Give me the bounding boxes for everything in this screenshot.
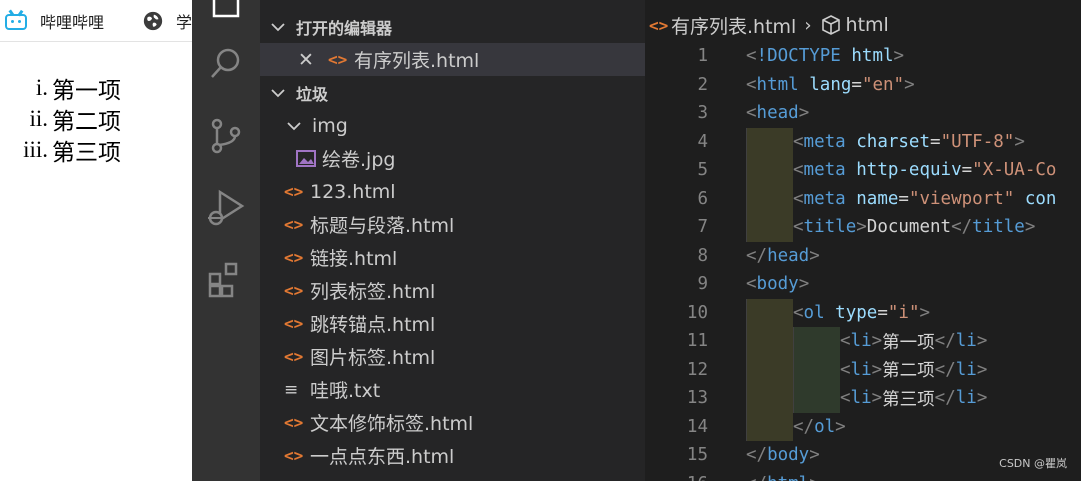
breadcrumb-symbol[interactable]: html — [846, 14, 889, 36]
file-item[interactable]: ≡ 哇哦.txt — [260, 373, 645, 406]
bookmark-bilibili[interactable]: 哔哩哔哩 — [4, 8, 104, 34]
html-file-icon: <> — [284, 446, 304, 465]
explorer-icon[interactable] — [206, 0, 246, 22]
html-file-icon: <> — [328, 50, 348, 69]
code-area[interactable]: 1 < !DOCTYPE html > 2 < html lang = "en" > 3 <… — [645, 42, 1081, 481]
explorer-sidebar: 打开的编辑器 ✕ <> 有序列表.html 垃圾 img 绘卷.jpg <> 12… — [260, 0, 645, 481]
breadcrumb-file[interactable]: 有序列表.html — [671, 12, 796, 39]
globe-icon — [143, 11, 163, 31]
file-item[interactable]: <> 列表标签.html — [260, 274, 645, 307]
chevron-down-icon — [271, 22, 285, 31]
code-line: 11 < li > 第一项 </li > — [645, 327, 1081, 356]
chevron-right-icon: › — [804, 14, 812, 36]
bookmark-label: 学 — [176, 13, 192, 32]
bookmark-label: 哔哩哔哩 — [40, 13, 105, 32]
ordered-list: i. 第一项 ii. 第二项 iii. 第三项 — [0, 72, 192, 165]
code-line: 7 < title > Document </title > — [645, 213, 1081, 242]
html-file-icon: <> — [284, 248, 304, 267]
browser-page: 哔哩哔哩 学 i. 第一项 ii. 第二项 iii. 第三项 — [0, 0, 192, 481]
folder-header[interactable]: 垃圾 — [260, 76, 645, 109]
code-line: 13 < li > 第三项 </li > — [645, 384, 1081, 413]
search-icon[interactable] — [206, 44, 246, 84]
file-item[interactable]: 绘卷.jpg — [260, 142, 645, 175]
html-file-icon: <> — [284, 215, 304, 234]
code-line: 8 </head > — [697, 245, 820, 266]
html-file-icon: <> — [284, 182, 304, 201]
code-line: 9 < body > — [697, 274, 810, 295]
html-file-icon: <> — [284, 314, 304, 333]
source-control-icon[interactable] — [206, 116, 246, 156]
code-line: 1 < !DOCTYPE html > — [697, 46, 905, 67]
run-debug-icon[interactable] — [206, 188, 246, 228]
folder-img[interactable]: img — [260, 109, 645, 142]
breadcrumb: <> 有序列表.html › html — [645, 10, 889, 40]
symbol-cube-icon — [821, 15, 840, 35]
code-line: 4 < meta charset = "UTF-8" > — [645, 127, 1081, 156]
code-line: 6 < meta name = "viewport" con — [645, 184, 1081, 213]
html-file-icon: <> — [284, 281, 304, 300]
file-item[interactable]: <> 标题与段落.html — [260, 208, 645, 241]
code-line: 14 </ol > — [645, 412, 1081, 441]
file-item[interactable]: <> 一点点东西.html — [260, 439, 645, 472]
close-icon[interactable]: ✕ — [298, 49, 328, 71]
bilibili-icon — [4, 9, 28, 32]
html-file-icon: <> — [649, 15, 669, 35]
list-item: iii. 第三项 — [23, 136, 121, 165]
file-item[interactable]: <> 图片标签.html — [260, 340, 645, 373]
code-editor[interactable]: <> 有序列表.html › html 1 < !DOCTYPE html > 2 … — [645, 0, 1081, 481]
html-file-icon: <> — [284, 413, 304, 432]
bookmark-xue[interactable]: 学 — [142, 8, 192, 34]
image-file-icon — [296, 149, 316, 167]
chevron-down-icon — [287, 121, 301, 130]
file-item[interactable]: <> 跳转锚点.html — [260, 307, 645, 340]
bookmarks-bar: 哔哩哔哩 学 — [0, 0, 192, 42]
chevron-down-icon — [271, 88, 285, 97]
open-editors-header[interactable]: 打开的编辑器 — [260, 10, 645, 43]
extensions-icon[interactable] — [206, 260, 246, 300]
open-editor-item[interactable]: ✕ <> 有序列表.html — [260, 43, 645, 76]
file-item[interactable]: <> 文本修饰标签.html — [260, 406, 645, 439]
text-file-icon: ≡ — [284, 379, 299, 400]
html-file-icon: <> — [284, 347, 304, 366]
code-line: 12 < li > 第二项 </li > — [645, 355, 1081, 384]
code-line: 5 < meta http-equiv = "X-UA-Co — [645, 156, 1081, 185]
code-line: 2 < html lang = "en" > — [697, 74, 915, 95]
list-item: i. 第一项 — [35, 74, 121, 103]
code-line: 16 </html> — [645, 470, 1081, 481]
file-item[interactable]: <> 链接.html — [260, 241, 645, 274]
code-line: 3 < head > — [697, 103, 810, 124]
activity-bar — [192, 0, 260, 481]
code-line: 10 < ol type = "i" > — [645, 298, 1081, 327]
watermark: CSDN @瞿岚 — [999, 457, 1067, 470]
file-item[interactable]: <> 123.html — [260, 175, 645, 208]
list-item: ii. 第二项 — [29, 105, 121, 134]
